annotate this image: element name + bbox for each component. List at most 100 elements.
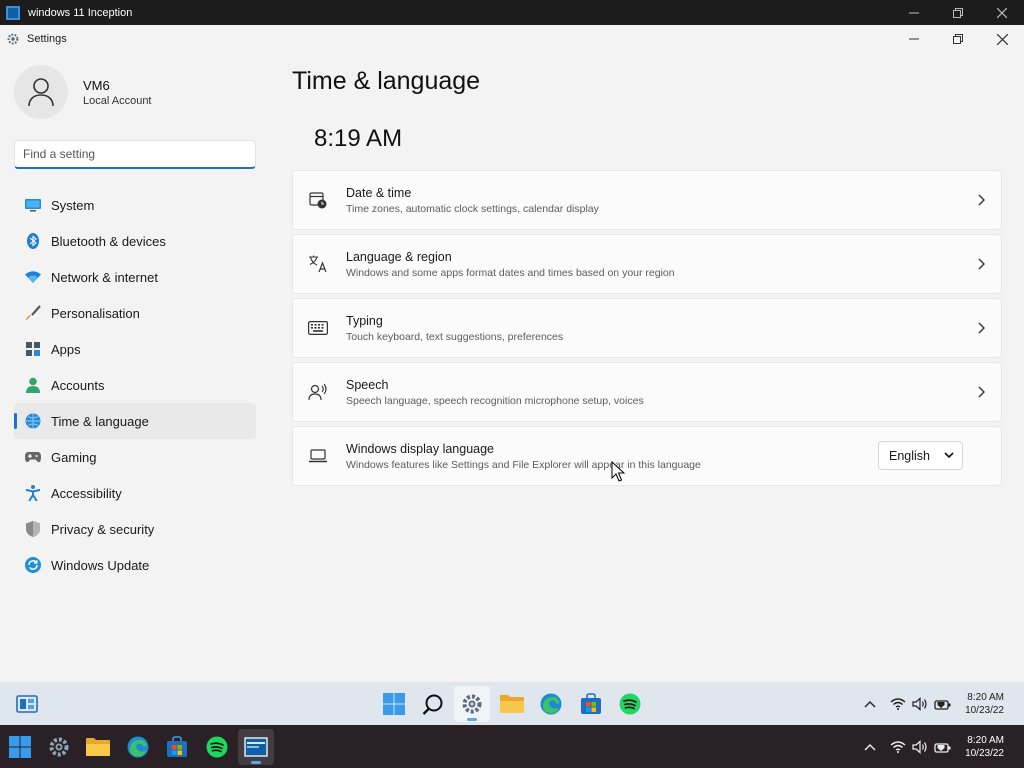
sidebar-item-accounts[interactable]: Accounts xyxy=(14,367,256,403)
edge-button[interactable] xyxy=(533,686,569,722)
card-speech[interactable]: Speech Speech language, speech recogniti… xyxy=(292,362,1002,422)
user-profile[interactable]: VM6 Local Account xyxy=(14,65,152,119)
card-date-time[interactable]: Date & time Time zones, automatic clock … xyxy=(292,170,1002,230)
widgets-button[interactable] xyxy=(9,686,45,722)
chevron-down-icon xyxy=(944,452,954,459)
battery-plug-icon xyxy=(934,697,951,710)
close-icon xyxy=(996,33,1008,45)
sidebar-item-gaming[interactable]: Gaming xyxy=(14,439,256,475)
sidebar-item-personalisation[interactable]: Personalisation xyxy=(14,295,256,331)
close-icon xyxy=(997,7,1007,18)
page-title: Time & language xyxy=(292,67,481,95)
host-battery-tray-button[interactable] xyxy=(934,740,952,754)
display-language-dropdown[interactable]: English xyxy=(878,441,963,470)
battery-plug-icon xyxy=(934,740,951,753)
card-subtitle: Speech language, speech recognition micr… xyxy=(346,394,644,407)
vm-restore-button[interactable] xyxy=(936,0,980,25)
host-store-button[interactable] xyxy=(159,729,195,765)
speech-icon xyxy=(308,382,328,402)
card-title: Typing xyxy=(346,313,383,328)
spotify-icon xyxy=(206,736,228,758)
monitor-icon xyxy=(25,197,41,213)
vm-taskbar: 8:20 AM 10/23/22 xyxy=(0,682,1024,725)
wifi-icon xyxy=(890,740,906,753)
store-button[interactable] xyxy=(573,686,609,722)
host-file-explorer-button[interactable] xyxy=(80,729,116,765)
gear-icon xyxy=(462,694,482,714)
card-language-region[interactable]: Language & region Windows and some apps … xyxy=(292,234,1002,294)
search-button[interactable] xyxy=(415,686,451,722)
card-subtitle: Touch keyboard, text suggestions, prefer… xyxy=(346,330,564,343)
sidebar-item-label: Accounts xyxy=(51,377,105,393)
card-typing[interactable]: Typing Touch keyboard, text suggestions,… xyxy=(292,298,1002,358)
chevron-right-icon xyxy=(978,322,985,334)
brush-icon xyxy=(25,305,41,321)
wifi-icon xyxy=(890,697,906,710)
sidebar-nav: System Bluetooth & devices Network & int… xyxy=(14,187,256,583)
chevron-right-icon xyxy=(978,386,985,398)
network-tray-button[interactable] xyxy=(890,697,906,710)
battery-tray-button[interactable] xyxy=(934,697,952,711)
settings-cards: Date & time Time zones, automatic clock … xyxy=(292,170,1002,490)
sidebar-item-label: Gaming xyxy=(51,449,97,465)
sidebar-item-windows-update[interactable]: Windows Update xyxy=(14,547,256,583)
dropdown-selected-value: English xyxy=(889,448,930,463)
minimize-button[interactable] xyxy=(892,25,936,53)
host-show-hidden-icons-button[interactable] xyxy=(864,743,876,751)
sidebar-item-privacy[interactable]: Privacy & security xyxy=(14,511,256,547)
host-spotify-button[interactable] xyxy=(199,729,235,765)
spotify-button[interactable] xyxy=(612,686,648,722)
store-icon xyxy=(581,693,601,714)
close-button[interactable] xyxy=(980,25,1024,53)
host-tray-clock[interactable]: 8:20 AM 10/23/22 xyxy=(958,734,1004,760)
host-network-tray-button[interactable] xyxy=(890,740,906,753)
card-subtitle: Windows features like Settings and File … xyxy=(346,458,701,471)
host-settings-button[interactable] xyxy=(41,729,77,765)
restore-icon xyxy=(953,34,963,44)
profile-account-type: Local Account xyxy=(83,94,152,107)
windows-logo-icon xyxy=(9,736,31,758)
volume-tray-button[interactable] xyxy=(912,696,928,711)
keyboard-icon xyxy=(308,318,328,338)
host-volume-tray-button[interactable] xyxy=(912,739,928,754)
chevron-right-icon xyxy=(978,194,985,206)
laptop-icon xyxy=(308,446,328,466)
taskbar-settings-button[interactable] xyxy=(454,686,490,722)
windows-logo-icon xyxy=(383,693,405,715)
sidebar-item-label: Windows Update xyxy=(51,557,150,573)
tray-time: 8:20 AM xyxy=(967,692,1004,703)
settings-title-bar: Settings xyxy=(0,25,1024,53)
vm-close-button[interactable] xyxy=(980,0,1024,25)
start-button[interactable] xyxy=(376,686,412,722)
sidebar-item-system[interactable]: System xyxy=(14,187,256,223)
settings-window-title: Settings xyxy=(27,33,67,45)
sidebar-item-time-language[interactable]: Time & language xyxy=(14,403,256,439)
search-input[interactable] xyxy=(15,141,255,167)
sidebar-item-apps[interactable]: Apps xyxy=(14,331,256,367)
sidebar-item-label: System xyxy=(51,197,95,213)
active-indicator xyxy=(251,761,261,764)
host-start-button[interactable] xyxy=(2,729,38,765)
globe-clock-icon xyxy=(25,413,41,429)
language-icon xyxy=(308,254,328,274)
current-time: 8:19 AM xyxy=(314,125,403,152)
tray-clock[interactable]: 8:20 AM 10/23/22 xyxy=(958,691,1004,717)
sidebar-item-bluetooth[interactable]: Bluetooth & devices xyxy=(14,223,256,259)
show-hidden-icons-button[interactable] xyxy=(864,700,876,708)
file-explorer-button[interactable] xyxy=(494,686,530,722)
edge-icon xyxy=(540,693,562,715)
folder-icon xyxy=(500,695,524,713)
card-subtitle: Windows and some apps format dates and t… xyxy=(346,266,675,279)
sidebar-item-label: Apps xyxy=(51,341,81,357)
maximize-button[interactable] xyxy=(936,25,980,53)
minimize-icon xyxy=(909,38,919,40)
host-vm-button[interactable] xyxy=(238,729,274,765)
host-edge-button[interactable] xyxy=(120,729,156,765)
mouse-cursor-icon xyxy=(611,461,625,482)
vm-minimize-button[interactable] xyxy=(892,0,936,25)
search-box xyxy=(14,140,256,169)
sidebar-item-accessibility[interactable]: Accessibility xyxy=(14,475,256,511)
host-system-tray xyxy=(864,725,958,768)
sidebar-item-network[interactable]: Network & internet xyxy=(14,259,256,295)
restore-icon xyxy=(953,7,963,18)
